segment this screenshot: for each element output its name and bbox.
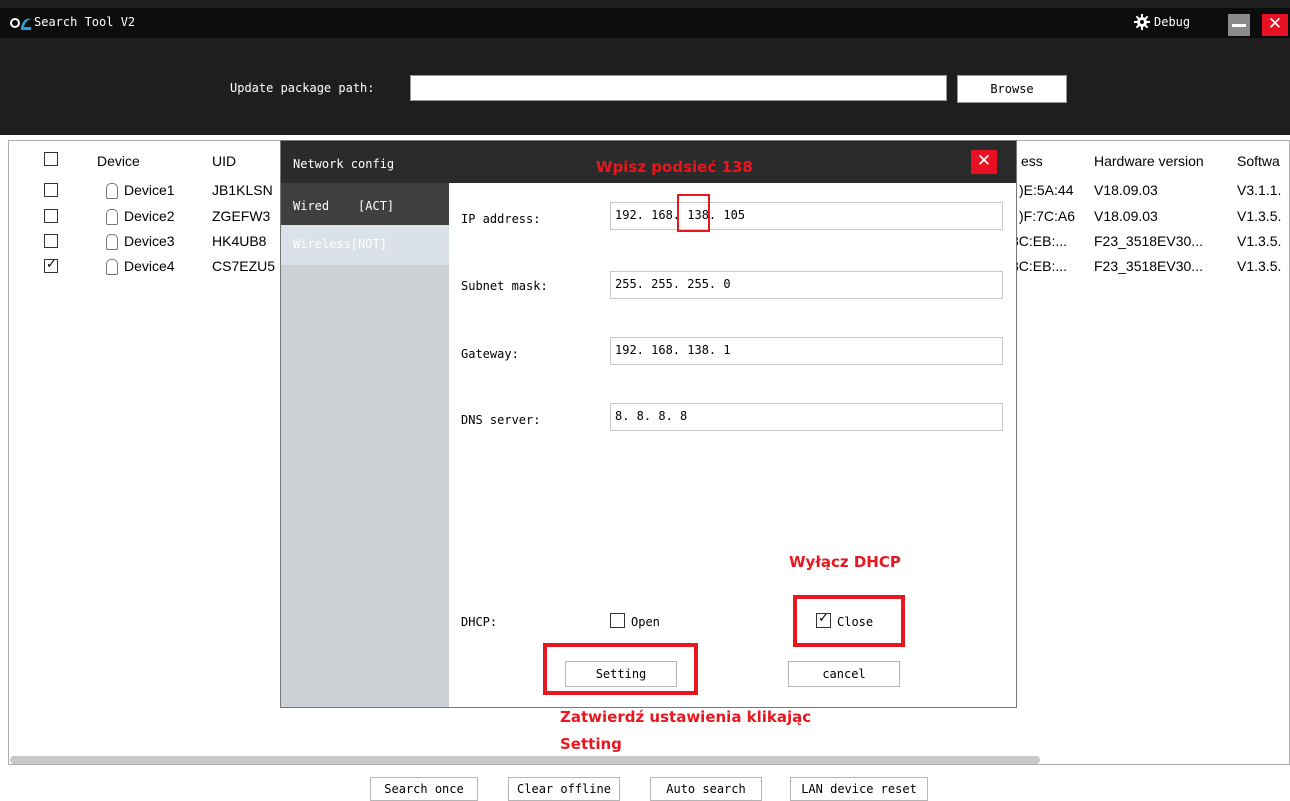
device-icon bbox=[106, 234, 118, 250]
device-name: Device2 bbox=[124, 208, 175, 224]
device-uid: ZGEFW3 bbox=[212, 208, 271, 224]
ip-address-label: IP address: bbox=[461, 212, 541, 226]
tab-wired[interactable]: Wired [ACT] bbox=[281, 183, 449, 225]
gateway-label: Gateway: bbox=[461, 347, 519, 361]
gateway-input[interactable]: 192. 168. 138. 1 bbox=[610, 337, 1003, 365]
column-header-device[interactable]: Device bbox=[97, 153, 140, 169]
row-checkbox[interactable] bbox=[44, 209, 58, 223]
debug-button[interactable]: Debug bbox=[1134, 14, 1190, 30]
device-hardware-version: F23_3518EV30... bbox=[1094, 233, 1203, 249]
device-icon bbox=[106, 183, 118, 199]
annotation-confirm-line2: Setting bbox=[560, 735, 622, 753]
subnet-mask-input[interactable]: 255. 255. 255. 0 bbox=[610, 271, 1003, 299]
horizontal-scrollbar[interactable] bbox=[10, 756, 1040, 764]
row-checkbox[interactable] bbox=[44, 234, 58, 248]
dhcp-open-checkbox[interactable] bbox=[610, 613, 625, 628]
dns-server-input[interactable]: 8. 8. 8. 8 bbox=[610, 403, 1003, 431]
minimize-button[interactable] bbox=[1228, 14, 1250, 36]
device-uid: CS7EZU5 bbox=[212, 258, 276, 274]
auto-search-button[interactable]: Auto search bbox=[650, 777, 762, 801]
column-header-hardware-version[interactable]: Hardware version bbox=[1094, 153, 1204, 169]
debug-label: Debug bbox=[1154, 15, 1191, 29]
device-software-version: V1.3.5. bbox=[1237, 258, 1282, 274]
cancel-button[interactable]: cancel bbox=[788, 661, 900, 687]
dns-server-label: DNS server: bbox=[461, 413, 541, 427]
annotation-confirm-line1: Zatwierdź ustawienia klikając bbox=[560, 708, 812, 726]
dialog-title: Network config bbox=[293, 157, 395, 171]
column-header-address[interactable]: ess bbox=[1021, 153, 1043, 169]
app-logo-icon bbox=[10, 18, 31, 30]
device-address: )E:5A:44 bbox=[1019, 182, 1074, 198]
search-once-button[interactable]: Search once bbox=[370, 777, 478, 801]
tab-wireless[interactable]: Wireless[NOT] bbox=[281, 225, 449, 265]
dialog-sidebar: Wired [ACT] Wireless[NOT] bbox=[281, 183, 449, 707]
column-header-uid[interactable]: UID bbox=[212, 153, 236, 169]
update-package-path-input[interactable] bbox=[410, 75, 947, 101]
device-address: )F:7C:A6 bbox=[1019, 208, 1076, 224]
browse-button[interactable]: Browse bbox=[957, 75, 1067, 103]
row-checkbox[interactable] bbox=[44, 257, 58, 273]
device-software-version: V1.3.5. bbox=[1237, 233, 1282, 249]
device-software-version: V1.3.5. bbox=[1237, 208, 1282, 224]
close-window-button[interactable]: ✕ bbox=[1262, 14, 1288, 36]
annotation-setting-box bbox=[543, 643, 698, 695]
device-name: Device4 bbox=[124, 258, 175, 274]
clear-offline-button[interactable]: Clear offline bbox=[508, 777, 620, 801]
annotation-ip-highlight-box bbox=[677, 194, 710, 232]
app-header: Search Tool V2 Debug ✕ Update package pa… bbox=[0, 0, 1290, 135]
device-icon bbox=[106, 209, 118, 225]
device-uid: HK4UB8 bbox=[212, 233, 267, 249]
gear-icon bbox=[1134, 14, 1150, 30]
device-name: Device1 bbox=[124, 182, 175, 198]
device-icon bbox=[106, 259, 118, 275]
annotation-dhcp-hint: Wyłącz DHCP bbox=[789, 553, 901, 571]
title-bar: Search Tool V2 Debug ✕ bbox=[0, 8, 1290, 38]
annotation-subnet-hint: Wpisz podsieć 138 bbox=[596, 158, 753, 176]
subnet-mask-label: Subnet mask: bbox=[461, 279, 548, 293]
device-software-version: V3.1.1. bbox=[1237, 182, 1282, 198]
column-header-software-version[interactable]: Softwa bbox=[1237, 153, 1280, 169]
device-address: 3C:EB:... bbox=[1011, 258, 1068, 274]
device-name: Device3 bbox=[124, 233, 175, 249]
dhcp-open-label[interactable]: Open bbox=[631, 615, 660, 629]
dialog-close-button[interactable]: ✕ bbox=[971, 150, 997, 174]
ip-address-input[interactable]: 192. 168. 138. 105 bbox=[610, 202, 1003, 230]
select-all-checkbox[interactable] bbox=[44, 152, 58, 166]
lan-device-reset-button[interactable]: LAN device reset bbox=[790, 777, 928, 801]
device-hardware-version: V18.09.03 bbox=[1094, 208, 1158, 224]
device-address: 3C:EB:... bbox=[1011, 233, 1068, 249]
update-package-path-label: Update package path: bbox=[230, 81, 375, 95]
device-hardware-version: F23_3518EV30... bbox=[1094, 258, 1203, 274]
dhcp-label: DHCP: bbox=[461, 615, 498, 629]
device-hardware-version: V18.09.03 bbox=[1094, 182, 1158, 198]
annotation-dhcp-close-box bbox=[793, 595, 905, 647]
row-checkbox[interactable] bbox=[44, 183, 58, 197]
app-title: Search Tool V2 bbox=[34, 15, 136, 29]
network-config-dialog: Network config ✕ Wired [ACT] Wireless[NO… bbox=[280, 140, 1017, 708]
device-uid: JB1KLSN bbox=[212, 182, 273, 198]
